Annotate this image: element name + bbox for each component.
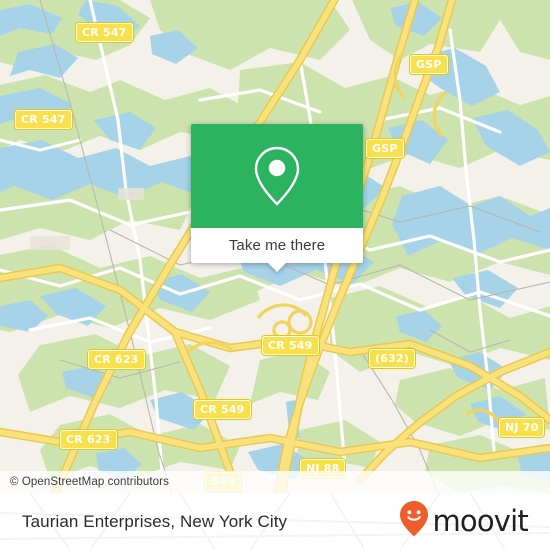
location-popup[interactable]: Take me there — [191, 124, 363, 272]
page-footer: Taurian Enterprises, New York City moovi… — [0, 493, 550, 550]
road-shield: GSP — [366, 139, 404, 158]
map-canvas[interactable]: CR 547 GSP CR 547 GSP CR 623 CR 549 (632… — [0, 0, 550, 493]
moovit-wordmark: moovit — [432, 504, 528, 538]
attribution-text: © OpenStreetMap contributors — [10, 476, 169, 488]
road-shield: CR 623 — [88, 350, 145, 369]
road-shield: CR 549 — [262, 336, 319, 355]
map-attribution: © OpenStreetMap contributors — [0, 471, 550, 493]
road-shield: CR 547 — [76, 23, 133, 42]
road-shield: CR 547 — [15, 110, 72, 129]
popup-tail — [267, 262, 287, 272]
place-title: Taurian Enterprises, New York City — [22, 511, 288, 531]
road-shield: GSP — [410, 55, 448, 74]
popup-footer[interactable]: Take me there — [191, 228, 363, 272]
moovit-pin-icon — [399, 500, 429, 543]
road-shield: CR 623 — [60, 430, 117, 449]
map-page: CR 547 GSP CR 547 GSP CR 623 CR 549 (632… — [0, 0, 550, 550]
road-shield: NJ 70 — [499, 418, 545, 437]
moovit-logo[interactable]: moovit — [399, 500, 550, 543]
road-shield: CR 549 — [194, 400, 251, 419]
road-shield: (632) — [369, 349, 416, 368]
map-pin-icon — [252, 145, 302, 207]
popup-header — [191, 124, 363, 228]
take-me-there-label: Take me there — [228, 237, 326, 254]
